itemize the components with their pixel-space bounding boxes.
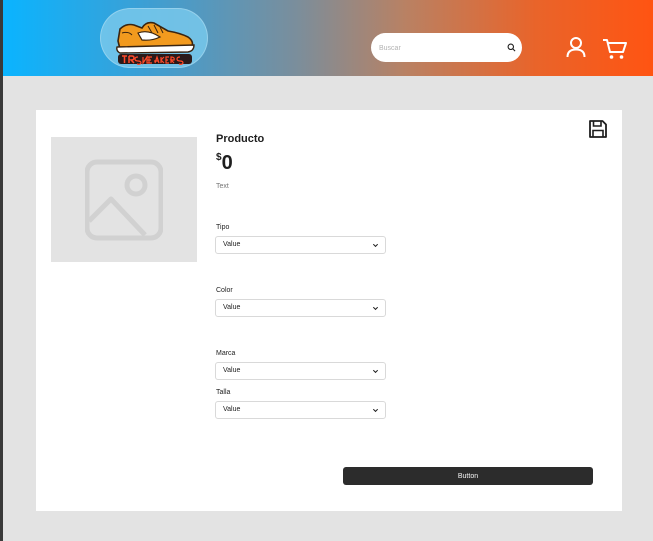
talla-select[interactable]: Value: [215, 401, 386, 419]
talla-label: Talla: [216, 389, 231, 396]
chevron-down-icon: [372, 243, 379, 248]
primary-button[interactable]: Button: [343, 467, 593, 485]
color-select[interactable]: Value: [215, 299, 386, 317]
product-image: [51, 137, 197, 262]
search-input[interactable]: [379, 41, 499, 55]
search-bar[interactable]: [371, 33, 522, 62]
product-card: Producto $0 Text Tipo Value Color Value …: [36, 110, 622, 511]
image-placeholder-icon: [85, 159, 163, 241]
product-description: Text: [216, 183, 229, 190]
logo-lettering: [118, 54, 192, 65]
marca-label: Marca: [216, 350, 236, 357]
tipo-select-value: Value: [223, 241, 241, 248]
color-label: Color: [216, 287, 233, 294]
product-title: Producto: [216, 133, 265, 145]
marca-select-value: Value: [223, 367, 241, 374]
price-amount: 0: [221, 152, 233, 174]
user-icon[interactable]: [566, 36, 586, 58]
window-edge: [0, 0, 3, 541]
sneaker-logo-icon: [116, 21, 195, 65]
search-icon[interactable]: [507, 43, 516, 52]
chevron-down-icon: [372, 369, 379, 374]
color-select-value: Value: [223, 304, 241, 311]
tipo-label: Tipo: [216, 224, 230, 231]
top-bar: [3, 0, 653, 76]
marca-select[interactable]: Value: [215, 362, 386, 380]
chevron-down-icon: [372, 408, 379, 413]
tipo-select[interactable]: Value: [215, 236, 386, 254]
save-icon[interactable]: [588, 119, 608, 139]
currency-symbol: $: [216, 152, 222, 163]
cart-icon[interactable]: [602, 38, 628, 60]
chevron-down-icon: [372, 306, 379, 311]
product-price: $0: [216, 152, 233, 175]
brand-logo[interactable]: [100, 8, 208, 68]
talla-select-value: Value: [223, 406, 241, 413]
